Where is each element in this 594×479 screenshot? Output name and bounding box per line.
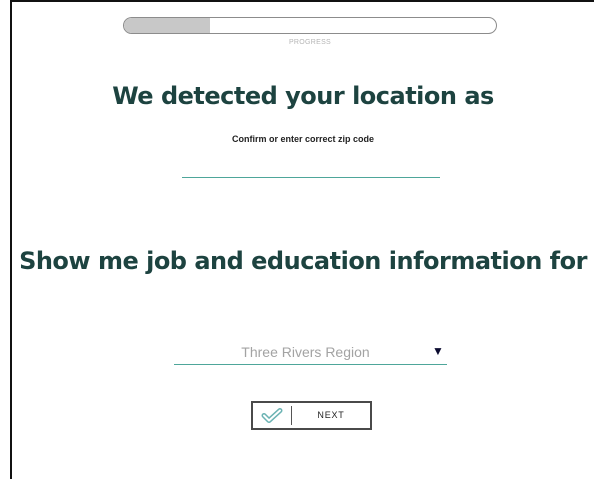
progress-bar-fill [124, 18, 210, 33]
progress-bar [123, 17, 497, 34]
progress-label: PROGRESS [288, 39, 332, 46]
zip-instruction: Confirm or enter correct zip code [231, 134, 375, 144]
caret-down-icon: ▼ [432, 344, 444, 358]
region-selected-value: Three Rivers Region [241, 344, 370, 360]
region-dropdown[interactable]: Three Rivers Region ▼ [174, 340, 447, 365]
next-button[interactable]: NEXT [251, 401, 372, 430]
frame-border-top [10, 0, 594, 2]
check-icon [253, 403, 291, 428]
next-button-label: NEXT [317, 410, 345, 420]
zip-code-input[interactable] [182, 160, 440, 178]
page: PROGRESS We detected your location as Co… [0, 0, 594, 479]
location-heading: We detected your location as [112, 82, 494, 110]
region-heading: Show me job and education information fo… [19, 247, 587, 275]
frame-border-left [10, 0, 12, 479]
